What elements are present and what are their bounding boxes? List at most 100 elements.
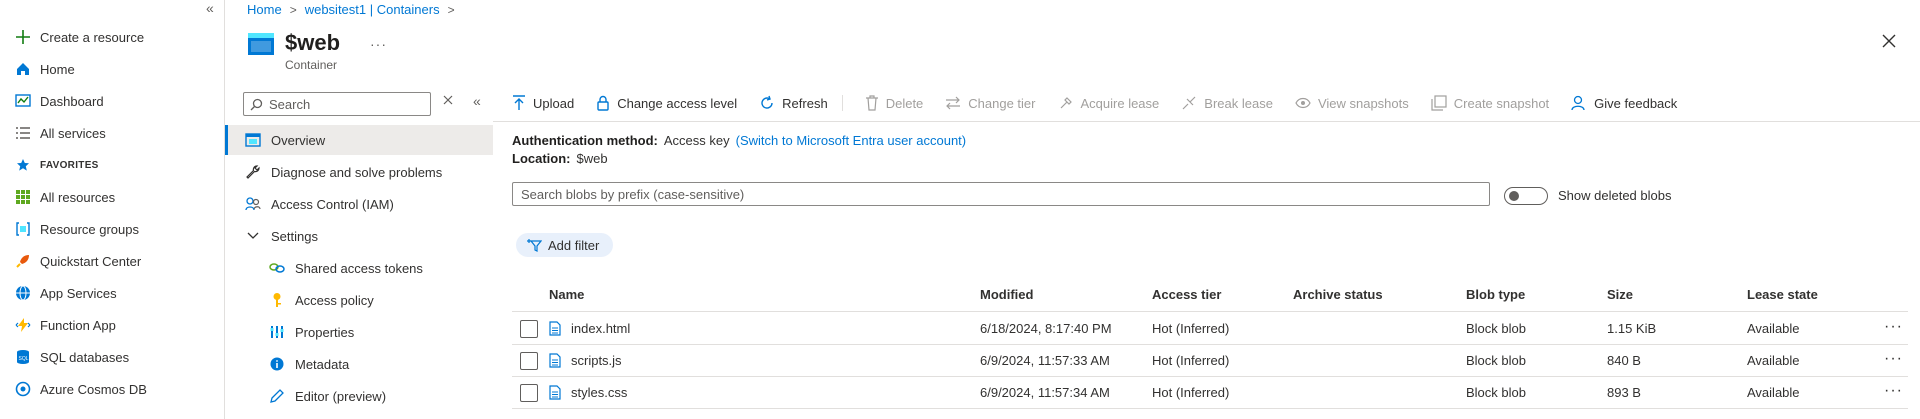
collapse-nav-button[interactable]: « bbox=[206, 0, 214, 16]
file-icon bbox=[549, 344, 561, 376]
col-modified[interactable]: Modified bbox=[980, 287, 1033, 302]
star-icon bbox=[14, 156, 32, 174]
cell-lease: Available bbox=[1747, 352, 1800, 368]
overview-icon bbox=[245, 132, 261, 148]
home-icon bbox=[14, 60, 32, 78]
page-title: $web bbox=[285, 30, 341, 55]
change-tier-button[interactable]: Change tier bbox=[945, 96, 1036, 111]
break-lease-button[interactable]: Break lease bbox=[1181, 95, 1273, 111]
menu-properties[interactable]: Properties bbox=[225, 317, 493, 347]
feedback-icon bbox=[1571, 95, 1587, 111]
col-lease-state[interactable]: Lease state bbox=[1747, 287, 1818, 302]
cell-modified: 6/9/2024, 11:57:33 AM bbox=[980, 352, 1110, 368]
cell-size: 840 B bbox=[1607, 352, 1641, 368]
blob-name-link[interactable]: index.html bbox=[571, 312, 630, 344]
resource-menu-search-input[interactable] bbox=[269, 96, 419, 112]
toggle-knob bbox=[1509, 191, 1519, 201]
nav-all-resources[interactable]: All resources bbox=[14, 186, 115, 208]
col-name[interactable]: Name bbox=[549, 287, 584, 302]
create-snapshot-button[interactable]: Create snapshot bbox=[1431, 95, 1549, 111]
nav-all-services[interactable]: All services bbox=[14, 122, 106, 144]
resource-menu-search[interactable] bbox=[243, 92, 431, 116]
search-blobs-input[interactable] bbox=[512, 182, 1490, 206]
col-access-tier[interactable]: Access tier bbox=[1152, 287, 1221, 302]
show-deleted-toggle[interactable] bbox=[1504, 187, 1548, 205]
pencil-icon bbox=[269, 388, 285, 404]
breadcrumb: Home > websitest1 | Containers > bbox=[247, 2, 455, 17]
plus-icon bbox=[14, 28, 32, 46]
show-deleted-label: Show deleted blobs bbox=[1558, 188, 1672, 203]
upload-button[interactable]: Upload bbox=[512, 95, 574, 111]
collapse-menu-icon[interactable]: « bbox=[473, 93, 481, 109]
acquire-lease-button[interactable]: Acquire lease bbox=[1058, 95, 1159, 111]
refresh-button[interactable]: Refresh bbox=[759, 95, 843, 111]
cell-size: 893 B bbox=[1607, 384, 1641, 400]
svg-text:SQL: SQL bbox=[19, 356, 29, 362]
nav-function-app[interactable]: Function App bbox=[14, 314, 116, 336]
row-checkbox[interactable] bbox=[520, 384, 538, 402]
nav-create-resource[interactable]: Create a resource bbox=[14, 26, 144, 48]
file-icon bbox=[549, 376, 561, 408]
breadcrumb-home[interactable]: Home bbox=[247, 2, 282, 17]
switch-auth-link[interactable]: (Switch to Microsoft Entra user account) bbox=[736, 133, 966, 148]
menu-editor-preview[interactable]: Editor (preview) bbox=[225, 381, 493, 411]
key-icon bbox=[269, 292, 285, 308]
swap-arrows-icon bbox=[945, 96, 961, 110]
menu-overview[interactable]: Overview bbox=[225, 125, 493, 155]
nav-home[interactable]: Home bbox=[14, 58, 75, 80]
menu-settings-group[interactable]: Settings bbox=[225, 221, 493, 251]
bolt-icon bbox=[14, 316, 32, 334]
breadcrumb-containers[interactable]: websitest1 | Containers bbox=[305, 2, 440, 17]
table-row[interactable]: scripts.js 6/9/2024, 11:57:33 AM Hot (In… bbox=[512, 344, 1908, 376]
link-icon bbox=[269, 260, 285, 276]
nav-app-services[interactable]: App Services bbox=[14, 282, 117, 304]
cell-type: Block blob bbox=[1466, 352, 1526, 368]
table-row[interactable]: styles.css 6/9/2024, 11:57:34 AM Hot (In… bbox=[512, 376, 1908, 408]
command-bar: Upload Change access level Refresh Delet… bbox=[512, 90, 1677, 116]
add-filter-button[interactable]: Add filter bbox=[516, 233, 614, 257]
close-icon[interactable] bbox=[1882, 34, 1896, 48]
nav-resource-groups[interactable]: Resource groups bbox=[14, 218, 139, 240]
col-blob-type[interactable]: Blob type bbox=[1466, 287, 1525, 302]
nav-dashboard[interactable]: Dashboard bbox=[14, 90, 104, 112]
resource-group-icon bbox=[14, 220, 32, 238]
row-more-button[interactable]: ··· bbox=[1884, 318, 1903, 336]
upload-icon bbox=[512, 95, 526, 111]
row-more-button[interactable]: ··· bbox=[1884, 382, 1903, 400]
break-lease-icon bbox=[1181, 95, 1197, 111]
wrench-icon bbox=[245, 164, 261, 180]
nav-quickstart-center[interactable]: Quickstart Center bbox=[14, 250, 141, 272]
row-divider bbox=[512, 408, 1908, 409]
nav-cosmos-db[interactable]: Azure Cosmos DB bbox=[14, 378, 147, 400]
delete-button[interactable]: Delete bbox=[865, 95, 923, 111]
view-snapshots-button[interactable]: View snapshots bbox=[1295, 96, 1409, 111]
page-header: $web Container bbox=[247, 30, 340, 72]
give-feedback-button[interactable]: Give feedback bbox=[1571, 95, 1677, 111]
row-checkbox[interactable] bbox=[520, 352, 538, 370]
cell-tier: Hot (Inferred) bbox=[1152, 352, 1230, 368]
cell-modified: 6/18/2024, 8:17:40 PM bbox=[980, 320, 1112, 336]
col-size[interactable]: Size bbox=[1607, 287, 1633, 302]
row-checkbox[interactable] bbox=[520, 320, 538, 338]
clear-search-icon[interactable] bbox=[443, 95, 453, 105]
col-archive-status[interactable]: Archive status bbox=[1293, 287, 1383, 302]
eye-icon bbox=[1295, 97, 1311, 109]
menu-access-control[interactable]: Access Control (IAM) bbox=[225, 189, 493, 219]
nav-sql-databases[interactable]: SQL SQL databases bbox=[14, 346, 129, 368]
blob-name-link[interactable]: styles.css bbox=[571, 376, 627, 408]
menu-metadata[interactable]: Metadata bbox=[225, 349, 493, 379]
page-subtitle: Container bbox=[285, 58, 338, 72]
table-row[interactable]: index.html 6/18/2024, 8:17:40 PM Hot (In… bbox=[512, 312, 1908, 344]
menu-shared-access-tokens[interactable]: Shared access tokens bbox=[225, 253, 493, 283]
globe-icon bbox=[14, 284, 32, 302]
rocket-icon bbox=[14, 252, 32, 270]
change-access-level-button[interactable]: Change access level bbox=[596, 95, 737, 111]
blob-name-link[interactable]: scripts.js bbox=[571, 344, 622, 376]
menu-access-policy[interactable]: Access policy bbox=[225, 285, 493, 315]
row-more-button[interactable]: ··· bbox=[1884, 350, 1903, 368]
resource-menu: « Overview Diagnose and solve problems A… bbox=[225, 86, 493, 419]
cell-tier: Hot (Inferred) bbox=[1152, 320, 1230, 336]
menu-diagnose[interactable]: Diagnose and solve problems bbox=[225, 157, 493, 187]
more-options-button[interactable]: ··· bbox=[370, 36, 387, 52]
favorites-header: FAVORITES bbox=[14, 154, 99, 176]
